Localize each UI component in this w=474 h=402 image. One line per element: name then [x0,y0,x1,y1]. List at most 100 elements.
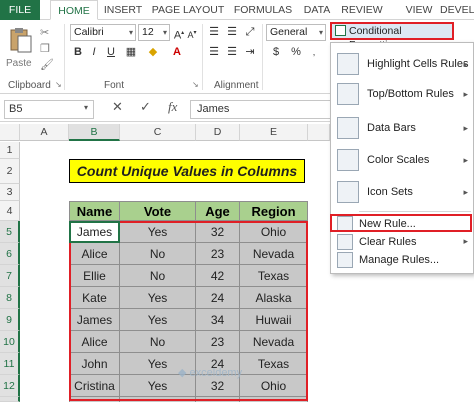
number-format-select[interactable]: General ▾ [266,24,326,41]
row-header[interactable]: 5 [0,221,20,243]
table-cell-age[interactable]: 24 [196,287,240,309]
table-cell-region[interactable]: Nevada [240,243,308,265]
table-cell-age[interactable]: 23 [196,243,240,265]
row-header[interactable]: 2 [0,159,20,184]
column-header-vote[interactable]: Vote [120,201,196,221]
table-cell-region[interactable]: Nevada [240,397,308,402]
insert-function-icon[interactable]: fx [168,99,177,115]
borders-icon[interactable]: ▦ [124,44,138,60]
font-launcher-icon[interactable]: ↘ [192,80,199,89]
table-cell-vote[interactable]: Yes [120,221,196,243]
tab-review[interactable]: REVIEW [336,0,388,20]
currency-icon[interactable]: $ [268,44,284,60]
tab-insert[interactable]: INSERT [100,0,146,20]
select-all-corner[interactable] [0,124,20,141]
menu-item-highlight-cells-rules[interactable]: Highlight Cells Rules ▸ [331,49,473,79]
table-cell-name[interactable]: Alice [69,397,120,402]
table-cell-age[interactable]: 42 [196,265,240,287]
copy-icon[interactable]: ❐ [40,42,50,55]
table-cell-age[interactable]: 23 [196,331,240,353]
align-left-icon[interactable]: ☰ [206,44,222,60]
column-header-e[interactable]: E [240,124,308,141]
font-size-select[interactable]: 12 ▾ [138,24,170,41]
row-header[interactable]: 6 [0,243,20,265]
percent-icon[interactable]: % [288,44,304,60]
table-cell-vote[interactable]: Yes [120,309,196,331]
table-cell-name[interactable]: James [69,309,120,331]
table-cell-region[interactable]: Alaska [240,287,308,309]
enter-icon[interactable]: ✓ [140,99,151,115]
name-box[interactable]: B5 [4,100,94,119]
menu-item-icon-sets[interactable]: Icon Sets ▸ [331,177,473,207]
menu-item-top-bottom-rules[interactable]: Top/Bottom Rules ▸ [331,79,473,109]
tab-data[interactable]: DATA [300,0,334,20]
row-header[interactable]: 10 [0,331,20,353]
row-header[interactable]: 11 [0,353,20,375]
font-color-icon[interactable]: A [170,44,184,60]
column-header-f[interactable] [308,124,330,141]
table-cell-vote[interactable]: No [120,265,196,287]
align-middle-icon[interactable]: ☰ [224,24,240,40]
table-cell-age[interactable]: 32 [196,221,240,243]
tab-developer[interactable]: DEVELO [440,0,474,20]
underline-button[interactable]: U [104,44,118,60]
increase-font-icon[interactable]: A▴ [172,25,186,44]
font-name-select[interactable]: Calibri ▾ [70,24,136,41]
tab-page-layout[interactable]: PAGE LAYOUT [150,0,226,20]
table-cell-vote[interactable]: No [120,397,196,402]
comma-style-icon[interactable]: , [306,44,322,60]
tab-file[interactable]: FILE [0,0,40,20]
row-header[interactable]: 13 [0,397,20,402]
row-header[interactable]: 7 [0,265,20,287]
menu-item-manage-rules[interactable]: Manage Rules... [331,251,473,269]
table-cell-name[interactable]: Kate [69,287,120,309]
table-cell-region[interactable]: Ohio [240,375,308,397]
row-header[interactable]: 4 [0,201,20,221]
tab-home[interactable]: HOME [50,0,98,20]
table-cell-name[interactable]: Ellie [69,265,120,287]
row-header[interactable]: 1 [0,142,20,159]
table-cell-vote[interactable]: Yes [120,287,196,309]
column-header-b[interactable]: B [69,124,120,141]
row-header[interactable]: 3 [0,184,20,201]
column-header-age[interactable]: Age [196,201,240,221]
table-cell-name[interactable]: Cristina [69,375,120,397]
table-cell-region[interactable]: Texas [240,353,308,375]
menu-item-clear-rules[interactable]: Clear Rules ▸ [331,233,473,251]
column-header-region[interactable]: Region [240,201,308,221]
orientation-icon[interactable]: ⤢ [242,24,258,40]
paste-button[interactable]: Paste [6,24,36,74]
indent-icon[interactable]: ⇥ [242,44,258,60]
row-header[interactable]: 12 [0,375,20,397]
row-header[interactable]: 8 [0,287,20,309]
column-header-c[interactable]: C [120,124,196,141]
cut-icon[interactable]: ✂ [40,26,49,39]
conditional-formatting-button[interactable]: Conditional Formatting ▾ [330,22,454,51]
table-cell-region[interactable]: Huwaii [240,309,308,331]
cancel-icon[interactable]: ✕ [112,99,123,115]
tab-view[interactable]: VIEW [396,0,442,20]
table-cell-name[interactable]: James [69,221,120,243]
align-center-icon[interactable]: ☰ [224,44,240,60]
table-cell-region[interactable]: Texas [240,265,308,287]
table-cell-region[interactable]: Nevada [240,331,308,353]
italic-button[interactable]: I [88,44,100,60]
table-cell-name[interactable]: Alice [69,331,120,353]
table-cell-vote[interactable]: No [120,331,196,353]
table-cell-name[interactable]: John [69,353,120,375]
menu-item-data-bars[interactable]: Data Bars ▸ [331,113,473,143]
column-header-name[interactable]: Name [69,201,120,221]
tab-formulas[interactable]: FORMULAS [230,0,296,20]
table-cell-vote[interactable]: No [120,243,196,265]
name-box-dropdown-icon[interactable]: ▾ [84,103,88,112]
clipboard-launcher-icon[interactable]: ↘ [55,80,62,89]
menu-item-color-scales[interactable]: Color Scales ▸ [331,145,473,175]
format-painter-icon[interactable]: 🖌 [40,58,54,71]
fill-color-icon[interactable]: ◆ [146,44,160,60]
column-header-a[interactable]: A [20,124,69,141]
bold-button[interactable]: B [72,44,84,60]
table-cell-region[interactable]: Ohio [240,221,308,243]
decrease-font-icon[interactable]: A▾ [186,25,198,43]
column-header-d[interactable]: D [196,124,240,141]
align-top-icon[interactable]: ☰ [206,24,222,40]
